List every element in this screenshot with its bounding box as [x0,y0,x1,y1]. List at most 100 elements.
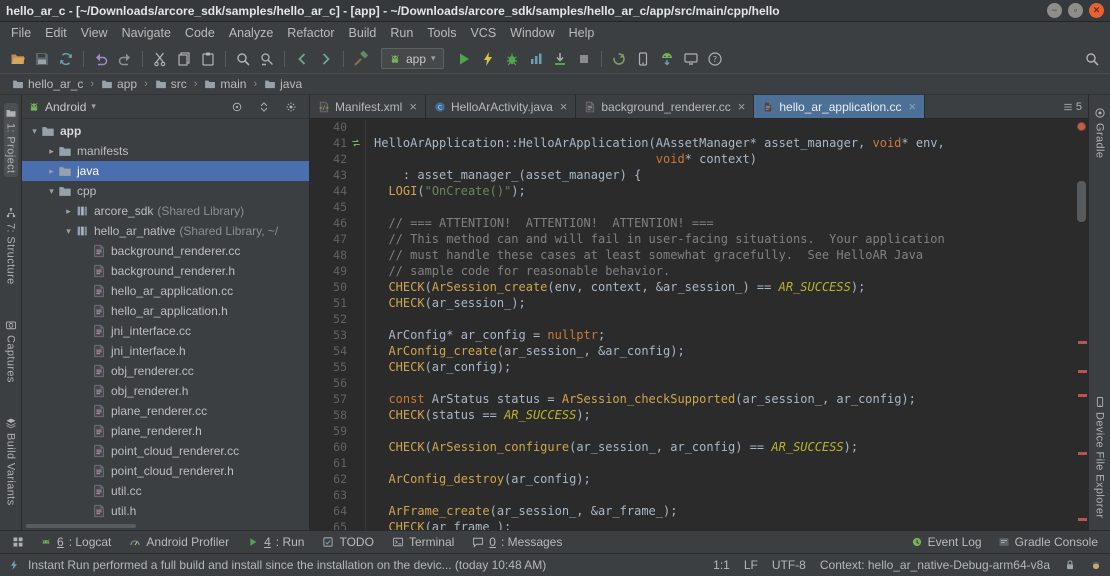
tool-stripe-button-captures[interactable]: Captures [4,315,18,387]
scrollbar-thumb[interactable] [26,524,136,528]
error-stripe-mark[interactable] [1078,452,1087,455]
maximize-button[interactable]: ▫ [1068,3,1083,18]
save-button[interactable] [30,48,54,70]
chevron-collapsed-icon[interactable]: ▸ [45,166,58,177]
tree-item[interactable]: point_cloud_renderer.cc [22,441,309,461]
tree-item[interactable]: ▾cpp [22,181,309,201]
line-gutter[interactable]: 42 [310,151,366,167]
tree-item[interactable]: background_renderer.h [22,261,309,281]
menu-run[interactable]: Run [383,23,420,43]
sync-project-button[interactable] [607,48,631,70]
line-gutter[interactable]: 50 [310,279,366,295]
line-gutter[interactable]: 59 [310,423,366,439]
error-stripe-mark[interactable] [1078,341,1087,344]
replace-button[interactable] [255,48,279,70]
editor-scrollbar[interactable] [1075,119,1088,530]
tool-window-switcher-button[interactable] [6,531,30,553]
search-button[interactable] [1080,48,1104,70]
tool-window-button-todo[interactable]: TODO [322,535,373,549]
line-gutter[interactable]: 62 [310,471,366,487]
line-separator[interactable]: LF [744,558,758,572]
editor-tab[interactable]: background_renderer.cc× [576,95,754,118]
menu-refactor[interactable]: Refactor [280,23,341,43]
minimize-button[interactable]: − [1047,3,1062,18]
tree-item[interactable]: util.cc [22,481,309,501]
forward-button[interactable] [314,48,338,70]
menu-analyze[interactable]: Analyze [222,23,280,43]
editor-tab[interactable]: CHelloArActivity.java× [426,95,576,118]
menu-window[interactable]: Window [503,23,561,43]
line-gutter[interactable]: 65 [310,519,366,530]
project-horizontal-scrollbar[interactable] [22,522,309,530]
open-button[interactable] [6,48,30,70]
paste-button[interactable] [196,48,220,70]
code-editor[interactable]: 4041HelloArApplication::HelloArApplicati… [310,119,1088,530]
error-stripe-mark[interactable] [1078,518,1087,521]
profile-button[interactable] [524,48,548,70]
caret-position[interactable]: 1:1 [713,558,730,572]
avd-button[interactable] [631,48,655,70]
tool-window-button-messages[interactable]: 0: Messages [472,535,562,549]
tree-item[interactable]: obj_renderer.h [22,381,309,401]
run-button[interactable] [452,48,476,70]
tree-item[interactable]: ▾hello_ar_native (Shared Library, ~/ [22,221,309,241]
tree-item[interactable]: plane_renderer.h [22,421,309,441]
line-gutter[interactable]: 61 [310,455,366,471]
chevron-expanded-icon[interactable]: ▾ [45,186,58,197]
line-gutter[interactable]: 53 [310,327,366,343]
tool-stripe-button-7-structure[interactable]: 7: Structure [4,203,18,289]
tool-stripe-button-gradle[interactable]: Gradle [1093,103,1107,162]
menu-help[interactable]: Help [562,23,602,43]
line-gutter[interactable]: 51 [310,295,366,311]
lock-icon[interactable] [1064,559,1076,571]
breadcrumb-item[interactable]: main [202,77,248,91]
inspections-profile-icon[interactable] [1090,559,1102,571]
tool-window-button-terminal[interactable]: Terminal [392,535,454,549]
breadcrumb-item[interactable]: app [99,77,139,91]
line-gutter[interactable]: 56 [310,375,366,391]
monitor-button[interactable] [679,48,703,70]
menu-tools[interactable]: Tools [420,23,463,43]
find-button[interactable] [231,48,255,70]
build-button[interactable] [349,48,373,70]
line-gutter[interactable]: 64 [310,503,366,519]
tab-close-icon[interactable]: × [560,100,568,113]
attach-button[interactable] [548,48,572,70]
tool-window-button-run[interactable]: 4: Run [247,535,304,549]
tree-item[interactable]: ▸manifests [22,141,309,161]
apply-button[interactable] [476,48,500,70]
editor-tab[interactable]: hello_ar_application.cc× [754,95,925,118]
line-gutter[interactable]: 48 [310,247,366,263]
line-gutter[interactable]: 46 [310,215,366,231]
tree-item[interactable]: plane_renderer.cc [22,401,309,421]
menu-build[interactable]: Build [342,23,384,43]
menu-code[interactable]: Code [178,23,222,43]
tree-item[interactable]: jni_interface.h [22,341,309,361]
cut-button[interactable] [148,48,172,70]
file-encoding[interactable]: UTF-8 [772,558,806,572]
run-configuration-select[interactable]: app ▾ [381,48,444,69]
tree-item[interactable]: background_renderer.cc [22,241,309,261]
redo-button[interactable] [113,48,137,70]
sdk-button[interactable] [655,48,679,70]
tool-stripe-button-device-file-explorer[interactable]: Device File Explorer [1093,392,1107,522]
line-gutter[interactable]: 41 [310,135,366,151]
tree-item[interactable]: ▸arcore_sdk (Shared Library) [22,201,309,221]
line-gutter[interactable]: 63 [310,487,366,503]
sync-button[interactable] [54,48,78,70]
tab-close-icon[interactable]: × [738,100,746,113]
line-gutter[interactable]: 44 [310,183,366,199]
tab-close-icon[interactable]: × [908,100,916,113]
locate-file-button[interactable] [225,96,249,118]
line-gutter[interactable]: 54 [310,343,366,359]
chevron-expanded-icon[interactable]: ▾ [62,226,75,237]
editor-tab[interactable]: </>Manifest.xml× [310,95,426,118]
menu-file[interactable]: File [4,23,38,43]
tree-item[interactable]: hello_ar_application.h [22,301,309,321]
tree-item[interactable]: jni_interface.cc [22,321,309,341]
status-message[interactable]: Instant Run performed a full build and i… [28,558,546,572]
tool-window-button-event-log[interactable]: Event Log [911,535,982,549]
line-gutter[interactable]: 40 [310,119,366,135]
tree-item[interactable]: point_cloud_renderer.h [22,461,309,481]
line-gutter[interactable]: 58 [310,407,366,423]
